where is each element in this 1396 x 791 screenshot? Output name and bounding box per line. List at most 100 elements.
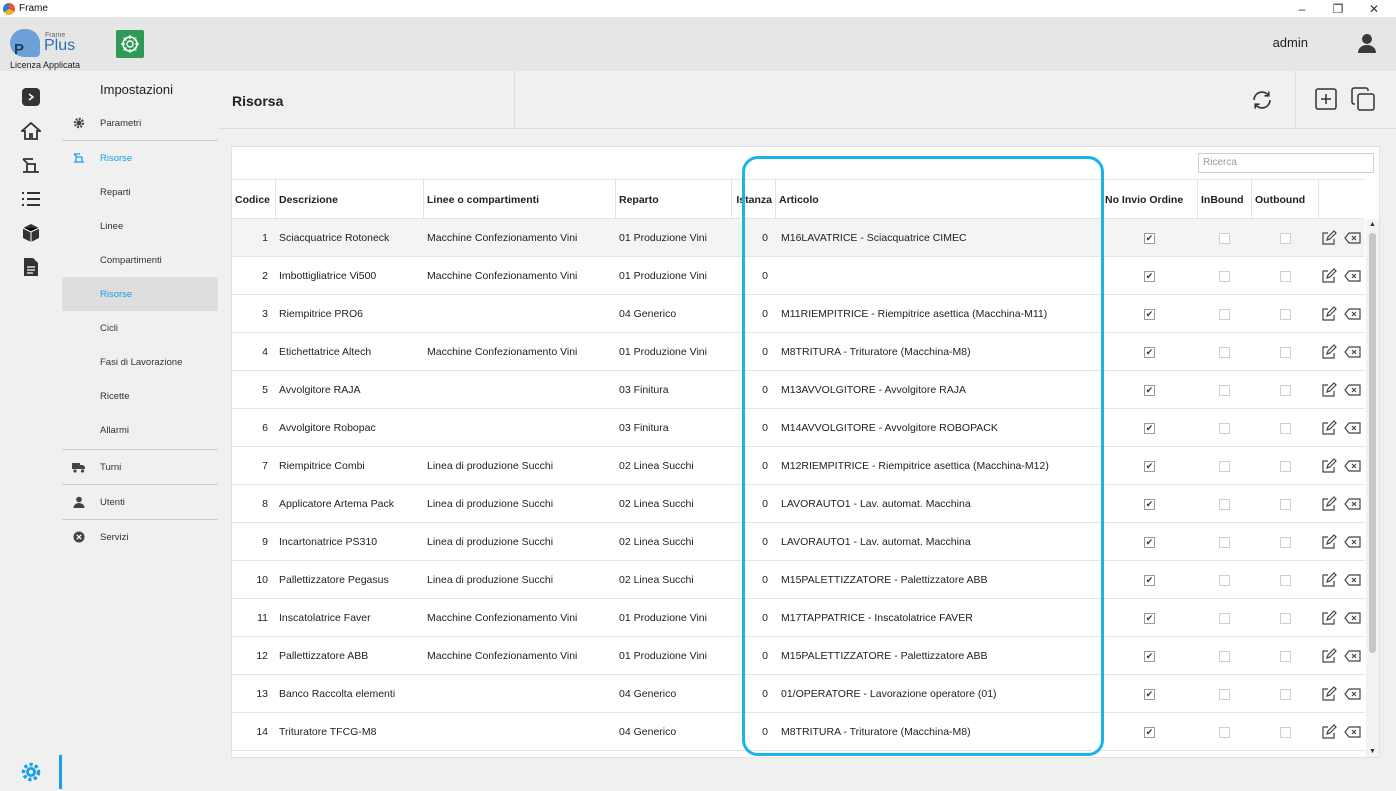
- inbound-checkbox[interactable]: [1219, 613, 1230, 624]
- outbound-checkbox[interactable]: [1280, 423, 1291, 434]
- delete-icon[interactable]: [1344, 306, 1361, 322]
- refresh-icon[interactable]: [1249, 87, 1275, 113]
- user-name[interactable]: admin: [1273, 35, 1308, 50]
- outbound-checkbox[interactable]: [1280, 233, 1291, 244]
- outbound-checkbox[interactable]: [1280, 309, 1291, 320]
- table-row[interactable]: 3 Riempitrice PRO6 04 Generico 0 M11RIEMPITR…: [232, 295, 1365, 333]
- edit-icon[interactable]: [1321, 496, 1337, 512]
- col-articolo[interactable]: Articolo: [776, 180, 1102, 220]
- outbound-checkbox[interactable]: [1280, 537, 1291, 548]
- edit-icon[interactable]: [1321, 572, 1337, 588]
- table-row[interactable]: 14 Trituratore TFCG-M8 04 Generico 0 M8TRITU…: [232, 713, 1365, 751]
- table-row[interactable]: 11 Inscatolatrice Faver Macchine Confezion…: [232, 599, 1365, 637]
- inbound-checkbox[interactable]: [1219, 423, 1230, 434]
- col-outbound[interactable]: Outbound: [1252, 180, 1319, 220]
- document-icon[interactable]: [20, 256, 42, 278]
- expand-icon[interactable]: [22, 88, 40, 106]
- table-row[interactable]: 12 Pallettizzatore ABB Macchine Confeziona…: [232, 637, 1365, 675]
- scroll-up-icon[interactable]: ▲: [1369, 221, 1376, 228]
- menu-servizi[interactable]: Servizi: [62, 520, 218, 554]
- edit-icon[interactable]: [1321, 306, 1337, 322]
- table-row[interactable]: 2 Imbottigliatrice Vi500 Macchine Confezio…: [232, 257, 1365, 295]
- table-row[interactable]: 7 Riempitrice Combi Linea di produzione Su…: [232, 447, 1365, 485]
- menu-reparti[interactable]: Reparti: [62, 175, 218, 209]
- no-invio-checkbox[interactable]: ✔: [1144, 651, 1155, 662]
- no-invio-checkbox[interactable]: ✔: [1144, 727, 1155, 738]
- edit-icon[interactable]: [1321, 534, 1337, 550]
- box-icon[interactable]: [20, 222, 42, 244]
- col-linee[interactable]: Linee o compartimenti: [424, 180, 616, 220]
- no-invio-checkbox[interactable]: ✔: [1144, 689, 1155, 700]
- no-invio-checkbox[interactable]: ✔: [1144, 385, 1155, 396]
- outbound-checkbox[interactable]: [1280, 347, 1291, 358]
- outbound-checkbox[interactable]: [1280, 727, 1291, 738]
- delete-icon[interactable]: [1344, 686, 1361, 702]
- col-no-invio-ordine[interactable]: No Invio Ordine: [1102, 180, 1198, 220]
- outbound-checkbox[interactable]: [1280, 575, 1291, 586]
- edit-icon[interactable]: [1321, 268, 1337, 284]
- menu-fasi-lavorazione[interactable]: Fasi di Lavorazione: [62, 345, 218, 379]
- col-codice[interactable]: Codice: [232, 180, 276, 220]
- edit-icon[interactable]: [1321, 686, 1337, 702]
- delete-icon[interactable]: [1344, 496, 1361, 512]
- edit-icon[interactable]: [1321, 344, 1337, 360]
- inbound-checkbox[interactable]: [1219, 385, 1230, 396]
- inbound-checkbox[interactable]: [1219, 233, 1230, 244]
- inbound-checkbox[interactable]: [1219, 271, 1230, 282]
- menu-linee[interactable]: Linee: [62, 209, 218, 243]
- menu-cicli[interactable]: Cicli: [62, 311, 218, 345]
- col-reparto[interactable]: Reparto: [616, 180, 732, 220]
- delete-icon[interactable]: [1344, 610, 1361, 626]
- close-button[interactable]: ✕: [1356, 0, 1392, 17]
- delete-icon[interactable]: [1344, 572, 1361, 588]
- no-invio-checkbox[interactable]: ✔: [1144, 575, 1155, 586]
- scroll-down-icon[interactable]: ▼: [1369, 748, 1376, 755]
- outbound-checkbox[interactable]: [1280, 461, 1291, 472]
- table-row[interactable]: 1 Sciacquatrice Rotoneck Macchine Confezio…: [232, 219, 1365, 257]
- add-icon[interactable]: [1313, 86, 1339, 112]
- delete-icon[interactable]: [1344, 458, 1361, 474]
- duplicate-icon[interactable]: [1350, 86, 1376, 112]
- col-istanza[interactable]: Istanza: [732, 180, 776, 220]
- no-invio-checkbox[interactable]: ✔: [1144, 233, 1155, 244]
- col-inbound[interactable]: InBound: [1198, 180, 1252, 220]
- edit-icon[interactable]: [1321, 382, 1337, 398]
- no-invio-checkbox[interactable]: ✔: [1144, 423, 1155, 434]
- scroll-thumb[interactable]: [1369, 233, 1376, 653]
- inbound-checkbox[interactable]: [1219, 537, 1230, 548]
- menu-parametri[interactable]: Parametri: [62, 106, 218, 140]
- inbound-checkbox[interactable]: [1219, 499, 1230, 510]
- no-invio-checkbox[interactable]: ✔: [1144, 347, 1155, 358]
- no-invio-checkbox[interactable]: ✔: [1144, 537, 1155, 548]
- outbound-checkbox[interactable]: [1280, 499, 1291, 510]
- edit-icon[interactable]: [1321, 724, 1337, 740]
- inbound-checkbox[interactable]: [1219, 651, 1230, 662]
- delete-icon[interactable]: [1344, 382, 1361, 398]
- edit-icon[interactable]: [1321, 230, 1337, 246]
- delete-icon[interactable]: [1344, 344, 1361, 360]
- menu-risorse[interactable]: Risorse: [62, 277, 218, 311]
- menu-utenti[interactable]: Utenti: [62, 485, 218, 519]
- inbound-checkbox[interactable]: [1219, 309, 1230, 320]
- edit-icon[interactable]: [1321, 420, 1337, 436]
- inbound-checkbox[interactable]: [1219, 575, 1230, 586]
- outbound-checkbox[interactable]: [1280, 689, 1291, 700]
- inbound-checkbox[interactable]: [1219, 461, 1230, 472]
- plugin-icon[interactable]: [116, 30, 144, 58]
- menu-ricette[interactable]: Ricette: [62, 379, 218, 413]
- delete-icon[interactable]: [1344, 420, 1361, 436]
- delete-icon[interactable]: [1344, 648, 1361, 664]
- list-icon[interactable]: [20, 188, 42, 210]
- user-icon[interactable]: [1356, 32, 1378, 54]
- no-invio-checkbox[interactable]: ✔: [1144, 461, 1155, 472]
- restore-button[interactable]: ❐: [1320, 0, 1356, 17]
- delete-icon[interactable]: [1344, 724, 1361, 740]
- menu-risorse-group[interactable]: Risorse: [62, 141, 218, 175]
- outbound-checkbox[interactable]: [1280, 613, 1291, 624]
- minimize-button[interactable]: –: [1284, 0, 1320, 17]
- settings-gear-icon[interactable]: [20, 761, 42, 783]
- no-invio-checkbox[interactable]: ✔: [1144, 271, 1155, 282]
- delete-icon[interactable]: [1344, 268, 1361, 284]
- edit-icon[interactable]: [1321, 610, 1337, 626]
- inbound-checkbox[interactable]: [1219, 689, 1230, 700]
